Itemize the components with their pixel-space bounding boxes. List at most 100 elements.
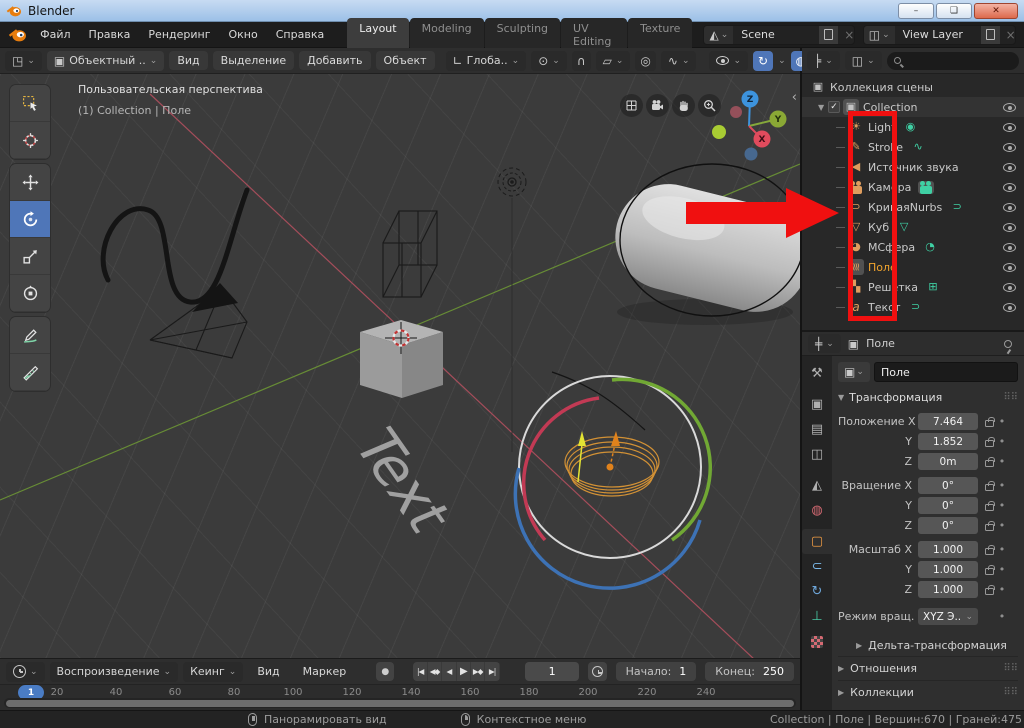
- collection-checkbox[interactable]: ✓: [828, 101, 840, 113]
- scene-selector[interactable]: ◭⌄ Scene ×: [703, 25, 854, 45]
- relations-section[interactable]: ▶Отношения ⠿⠿: [838, 656, 1018, 680]
- outliner-search-input[interactable]: [887, 52, 1019, 70]
- snap-toggle[interactable]: ∩: [572, 51, 591, 71]
- proportional-falloff-dropdown[interactable]: ∿⌄: [661, 51, 697, 71]
- view-layer-selector[interactable]: ◫⌄ View Layer ×: [863, 25, 1016, 45]
- location-x-field[interactable]: 7.464: [918, 413, 978, 430]
- frame-start-field[interactable]: Начало:1: [616, 662, 697, 681]
- eye-icon[interactable]: [1003, 203, 1016, 212]
- rotation-y-field[interactable]: 0°: [918, 497, 978, 514]
- pin-icon[interactable]: [1004, 340, 1012, 348]
- pan-hand-button[interactable]: [672, 94, 695, 117]
- lock-icon[interactable]: [985, 524, 994, 531]
- outliner-row-scene-collection[interactable]: ▣ Коллекция сцены: [802, 77, 1024, 97]
- keying-menu[interactable]: Кеинг⌄: [183, 662, 243, 682]
- rotate-tool[interactable]: [10, 201, 50, 238]
- tab-uv-editing[interactable]: UV Editing: [561, 18, 627, 52]
- delta-transform-section[interactable]: ▶Дельта-трансформация: [838, 634, 1018, 656]
- menu-render[interactable]: Рендеринг: [139, 24, 219, 45]
- outliner-row-camera[interactable]: Камера: [802, 177, 1024, 197]
- menu-view[interactable]: Вид: [169, 51, 207, 70]
- use-preview-range-button[interactable]: [588, 662, 606, 681]
- object-id-dropdown[interactable]: ▣⌄: [838, 362, 870, 382]
- animate-dot[interactable]: •: [994, 543, 1010, 556]
- lattice-object[interactable]: [383, 211, 437, 297]
- eye-icon[interactable]: [1003, 143, 1016, 152]
- outliner-row-collection[interactable]: ▼ ✓ ▣ Collection: [802, 97, 1024, 117]
- play-button[interactable]: ▶: [457, 662, 471, 681]
- remove-view-layer-button[interactable]: ×: [1000, 28, 1016, 42]
- eye-icon[interactable]: [1003, 163, 1016, 172]
- tab-tool[interactable]: ⚒: [802, 361, 832, 386]
- eye-icon[interactable]: [1003, 123, 1016, 132]
- menu-file[interactable]: Файл: [31, 24, 79, 45]
- tab-render[interactable]: ▣: [802, 392, 832, 417]
- editor-type-button[interactable]: ◳⌄: [5, 51, 42, 71]
- tab-sculpting[interactable]: Sculpting: [485, 18, 560, 52]
- menu-add[interactable]: Добавить: [299, 51, 370, 70]
- pivot-point-dropdown[interactable]: ⊙⌄: [531, 51, 567, 71]
- camera-view-button[interactable]: [646, 94, 669, 117]
- snap-target-dropdown[interactable]: ▱⌄: [596, 51, 631, 71]
- tab-constraints[interactable]: ⊂: [802, 554, 832, 579]
- transform-section-header[interactable]: ▼Трансформация ⠿⠿: [838, 391, 1018, 404]
- frame-end-field[interactable]: Конец:250: [705, 662, 794, 681]
- menu-help[interactable]: Справка: [267, 24, 333, 45]
- navigation-gizmo[interactable]: Z Y X: [700, 86, 800, 176]
- eye-icon[interactable]: [1003, 283, 1016, 292]
- scale-z-field[interactable]: 1.000: [918, 581, 978, 598]
- prev-keyframe-button[interactable]: ◀◆: [428, 662, 442, 681]
- grease-pencil-stroke[interactable]: [103, 190, 247, 302]
- new-scene-button[interactable]: [819, 26, 838, 44]
- location-y-field[interactable]: 1.852: [918, 433, 978, 450]
- cursor-tool[interactable]: [10, 122, 50, 159]
- timeline-view-menu[interactable]: Вид: [248, 661, 288, 682]
- animate-dot[interactable]: •: [994, 415, 1010, 428]
- outliner-display-mode-button[interactable]: ◫⌄: [845, 51, 882, 70]
- animate-dot[interactable]: •: [994, 610, 1010, 623]
- scale-x-field[interactable]: 1.000: [918, 541, 978, 558]
- animate-dot[interactable]: •: [994, 455, 1010, 468]
- ortho-grid-button[interactable]: [620, 94, 643, 117]
- menu-object[interactable]: Объект: [376, 51, 435, 70]
- text-object[interactable]: Text: [338, 421, 465, 541]
- maximize-button[interactable]: ❏: [936, 3, 972, 19]
- auto-key-button[interactable]: ●: [376, 662, 394, 681]
- new-view-layer-button[interactable]: [981, 26, 1000, 44]
- next-keyframe-button[interactable]: ▶◆: [471, 662, 485, 681]
- location-z-field[interactable]: 0m: [918, 453, 978, 470]
- current-frame-field[interactable]: 1: [525, 662, 580, 681]
- animate-dot[interactable]: •: [994, 479, 1010, 492]
- tab-object-data[interactable]: ⊥: [802, 604, 832, 629]
- outliner-editor-type-button[interactable]: ╞⌄: [807, 51, 840, 70]
- tab-modeling[interactable]: Modeling: [410, 18, 484, 52]
- lock-icon[interactable]: [985, 460, 994, 467]
- animate-dot[interactable]: •: [994, 583, 1010, 596]
- eye-icon[interactable]: [1003, 303, 1016, 312]
- eye-icon[interactable]: [1003, 243, 1016, 252]
- tab-scene[interactable]: ◭: [802, 473, 832, 498]
- 3d-viewport[interactable]: Text: [0, 74, 800, 658]
- tab-object[interactable]: ▢: [802, 529, 832, 554]
- animate-dot[interactable]: •: [994, 519, 1010, 532]
- scale-y-field[interactable]: 1.000: [918, 561, 978, 578]
- measure-tool[interactable]: [10, 354, 50, 391]
- mode-dropdown[interactable]: ▣Объектный ..⌄: [47, 51, 164, 71]
- outliner-row-speaker[interactable]: ◀ Источник звука: [802, 157, 1024, 177]
- outliner-row-metaball[interactable]: ◕ МСфера ◔: [802, 237, 1024, 257]
- animate-dot[interactable]: •: [994, 499, 1010, 512]
- visibility-dropdown[interactable]: ⌄: [709, 51, 748, 71]
- outliner-row-nurbs-curve[interactable]: ⊃ КриваяNurbs ⊃: [802, 197, 1024, 217]
- outliner-row-light[interactable]: ☀ Light ◉: [802, 117, 1024, 137]
- gizmos-toggle[interactable]: ↻: [753, 51, 773, 71]
- lock-icon[interactable]: [985, 440, 994, 447]
- tab-view-layer[interactable]: ◫: [802, 442, 832, 467]
- properties-editor-type-button[interactable]: ╪⌄: [808, 334, 841, 353]
- timeline-scrollbar[interactable]: [6, 700, 794, 707]
- tab-physics[interactable]: ↻: [802, 579, 832, 604]
- menu-window[interactable]: Окно: [220, 24, 267, 45]
- timeline-marker-menu[interactable]: Маркер: [294, 661, 356, 682]
- move-tool[interactable]: [10, 164, 50, 201]
- eye-icon[interactable]: [1003, 223, 1016, 232]
- outliner-row-cube[interactable]: ▽ Куб ▽: [802, 217, 1024, 237]
